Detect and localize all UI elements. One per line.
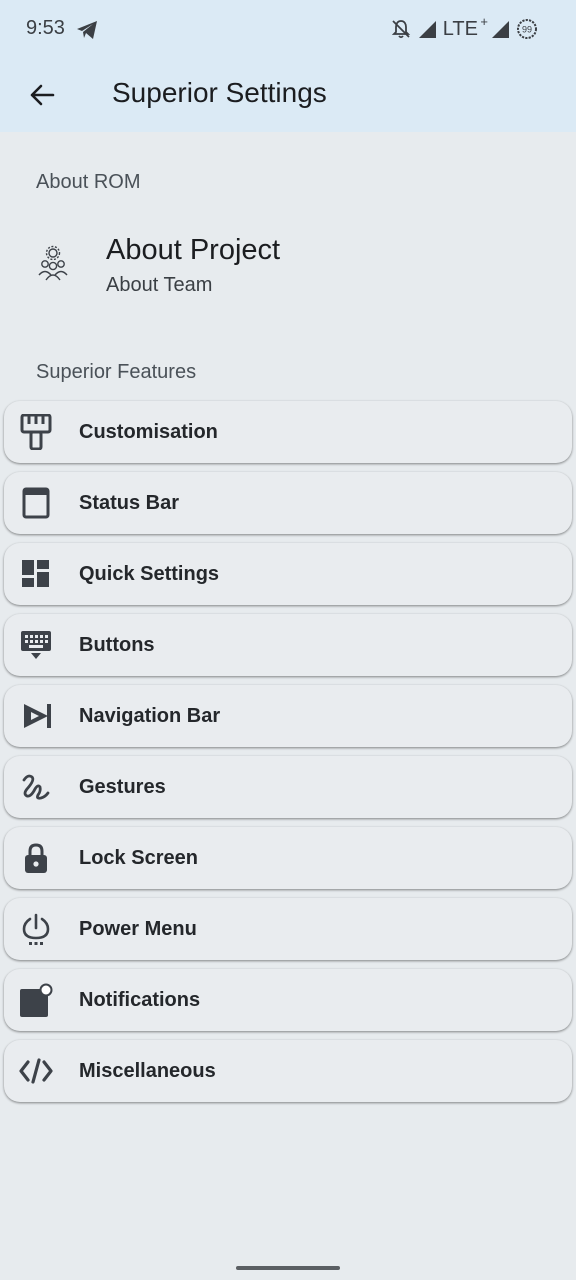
network-type: LTE + bbox=[442, 13, 488, 40]
lock-screen-label: Lock Screen bbox=[79, 847, 198, 869]
power-icon bbox=[18, 911, 54, 947]
customisation-item[interactable]: Customisation bbox=[4, 401, 572, 463]
about-project-title: About Project bbox=[106, 234, 281, 266]
gesture-icon bbox=[18, 769, 54, 805]
app-bar: Superior Settings bbox=[0, 58, 576, 132]
battery-icon: 99 bbox=[516, 18, 538, 40]
about-project-subtitle: About Team bbox=[106, 274, 213, 296]
status-bar-label: Status Bar bbox=[79, 492, 180, 514]
quick-settings-label: Quick Settings bbox=[79, 563, 220, 585]
about-project-item[interactable]: About Project About Team bbox=[0, 220, 576, 310]
page-title: Superior Settings bbox=[112, 77, 327, 108]
customisation-label: Customisation bbox=[79, 421, 218, 443]
power-menu-item[interactable]: Power Menu bbox=[4, 898, 572, 960]
telegram-icon bbox=[76, 20, 98, 40]
keyboard-icon bbox=[18, 627, 54, 663]
lock-icon bbox=[18, 840, 54, 876]
window-icon bbox=[18, 485, 54, 521]
navigation-bar-item[interactable]: Navigation Bar bbox=[4, 685, 572, 747]
about-rom-header: About ROM bbox=[36, 171, 141, 193]
miscellaneous-label: Miscellaneous bbox=[79, 1060, 216, 1082]
navigation-bar-label: Navigation Bar bbox=[79, 705, 221, 727]
team-icon bbox=[34, 244, 72, 282]
svg-text:99: 99 bbox=[522, 25, 532, 35]
miscellaneous-item[interactable]: Miscellaneous bbox=[4, 1040, 572, 1102]
quick-settings-item[interactable]: Quick Settings bbox=[4, 543, 572, 605]
lock-screen-item[interactable]: Lock Screen bbox=[4, 827, 572, 889]
notifications-item[interactable]: Notifications bbox=[4, 969, 572, 1031]
home-indicator[interactable] bbox=[236, 1266, 340, 1270]
buttons-item[interactable]: Buttons bbox=[4, 614, 572, 676]
paint-brush-icon bbox=[18, 414, 54, 450]
notification-icon bbox=[18, 982, 54, 1018]
status-time: 9:53 bbox=[26, 17, 65, 39]
signal-icon bbox=[417, 19, 437, 39]
gestures-label: Gestures bbox=[79, 776, 166, 798]
buttons-label: Buttons bbox=[79, 634, 155, 656]
power-menu-label: Power Menu bbox=[79, 918, 197, 940]
bell-off-icon bbox=[391, 19, 411, 39]
code-icon bbox=[18, 1053, 54, 1089]
status-bar-item[interactable]: Status Bar bbox=[4, 472, 572, 534]
back-button[interactable] bbox=[20, 73, 64, 117]
status-bar: 9:53 LTE + 99 bbox=[0, 0, 576, 58]
arrow-back-icon bbox=[30, 84, 55, 106]
navigation-icon bbox=[18, 698, 54, 734]
gestures-item[interactable]: Gestures bbox=[4, 756, 572, 818]
signal-icon-2 bbox=[490, 19, 510, 39]
notifications-label: Notifications bbox=[79, 989, 201, 1011]
dashboard-icon bbox=[18, 556, 54, 592]
superior-features-header: Superior Features bbox=[36, 361, 197, 383]
